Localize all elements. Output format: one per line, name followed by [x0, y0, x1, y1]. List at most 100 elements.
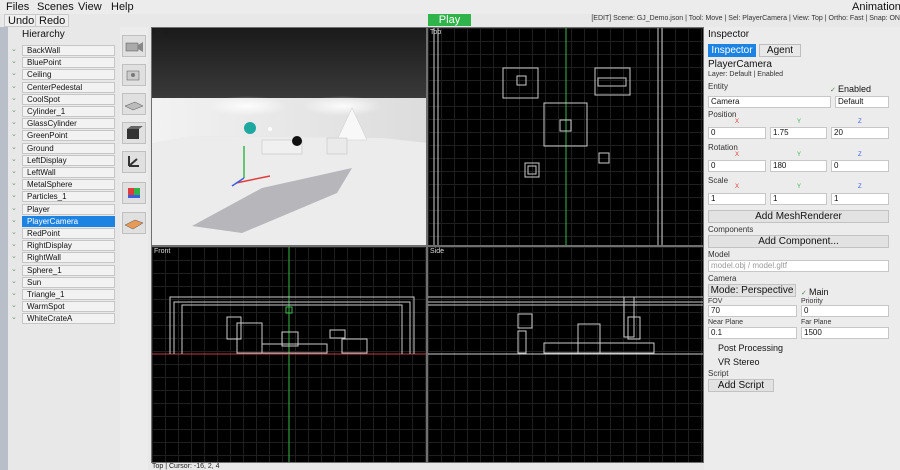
- post-processing-checkbox[interactable]: Post Processing: [710, 343, 783, 354]
- menu-files[interactable]: Files: [6, 0, 29, 14]
- visibility-toggle-icon[interactable]: ⌄: [11, 278, 19, 286]
- visibility-toggle-icon[interactable]: ⌄: [11, 266, 19, 274]
- menu-view[interactable]: View: [78, 0, 102, 14]
- rotation-z-field[interactable]: 0: [831, 160, 889, 172]
- visibility-toggle-icon[interactable]: ⌄: [11, 253, 19, 261]
- add-script-button[interactable]: Add Script: [708, 379, 774, 392]
- hierarchy-item[interactable]: Triangle_1: [22, 289, 115, 300]
- visibility-toggle-icon[interactable]: ⌄: [11, 83, 19, 91]
- fov-field[interactable]: 70: [708, 305, 797, 317]
- hierarchy-item[interactable]: Particles_1: [22, 191, 115, 203]
- preset-camera-icon[interactable]: [122, 35, 146, 57]
- play-button[interactable]: Play: [428, 14, 471, 26]
- entity-layer-field[interactable]: Default: [835, 96, 889, 108]
- vr-stereo-checkbox[interactable]: VR Stereo: [710, 357, 760, 368]
- hierarchy-item[interactable]: GreenPoint: [22, 130, 115, 142]
- viewport-front[interactable]: Front: [151, 246, 427, 463]
- preset-color-cube-icon[interactable]: [122, 182, 146, 204]
- add-component-button[interactable]: Add Component...: [708, 235, 889, 248]
- hierarchy-item[interactable]: CoolSpot: [22, 93, 115, 105]
- preset-cube-icon[interactable]: [122, 122, 146, 144]
- menu-animation[interactable]: Animation: [852, 0, 900, 14]
- tab-agent[interactable]: Agent: [759, 44, 801, 57]
- scale-y-field[interactable]: 1: [770, 193, 827, 205]
- hierarchy-item[interactable]: LeftWall: [22, 167, 115, 178]
- undo-button[interactable]: Undo: [4, 14, 39, 27]
- hierarchy-item[interactable]: RedPoint: [22, 228, 115, 239]
- hierarchy-item[interactable]: RightDisplay: [22, 240, 115, 252]
- visibility-toggle-icon[interactable]: ⌄: [11, 314, 19, 322]
- visibility-toggle-icon[interactable]: ⌄: [11, 119, 19, 127]
- visibility-toggle-icon[interactable]: ⌄: [11, 70, 19, 78]
- viewport-3d-label: 3D: [154, 29, 163, 36]
- visibility-toggle-icon[interactable]: ⌄: [11, 241, 19, 249]
- preset-plane-icon[interactable]: [122, 93, 146, 115]
- visibility-toggle-icon[interactable]: ⌄: [11, 46, 19, 54]
- menu-help[interactable]: Help: [111, 0, 134, 14]
- tab-inspector[interactable]: Inspector: [708, 44, 756, 57]
- hierarchy-item[interactable]: LeftDisplay: [22, 154, 115, 166]
- rotation-x-field[interactable]: 0: [708, 160, 766, 172]
- position-z-field[interactable]: 20: [831, 127, 889, 139]
- hierarchy-item[interactable]: GlassCylinder: [22, 118, 115, 130]
- visibility-toggle-icon[interactable]: ⌄: [11, 229, 19, 237]
- hierarchy-item[interactable]: Ceiling: [22, 69, 115, 81]
- hierarchy-item[interactable]: Ground: [22, 142, 115, 154]
- visibility-toggle-icon[interactable]: ⌄: [11, 95, 19, 103]
- visibility-toggle-icon[interactable]: ⌄: [11, 58, 19, 66]
- front-view-wireframe: [152, 247, 426, 462]
- visibility-toggle-icon[interactable]: ⌄: [11, 156, 19, 164]
- menu-scenes[interactable]: Scenes: [37, 0, 74, 14]
- scale-z-field[interactable]: 1: [831, 193, 889, 205]
- rotation-y-field[interactable]: 180: [770, 160, 827, 172]
- hierarchy-item[interactable]: WhiteCrateA: [22, 313, 115, 325]
- menu-bar: Files Scenes View Help Animation: [0, 0, 900, 14]
- enabled-checkbox[interactable]: ✓ Enabled: [830, 84, 871, 96]
- add-meshrenderer-button[interactable]: Add MeshRenderer: [708, 210, 889, 223]
- preset-gizmo-icon[interactable]: [122, 151, 146, 173]
- visibility-toggle-icon[interactable]: ⌄: [11, 217, 19, 225]
- vr-stereo-label: VR Stereo: [718, 357, 760, 367]
- visibility-toggle-icon[interactable]: ⌄: [11, 107, 19, 115]
- hierarchy-item[interactable]: Player: [22, 203, 115, 215]
- visibility-toggle-icon[interactable]: ⌄: [11, 302, 19, 310]
- scale-x-field[interactable]: 1: [708, 193, 766, 205]
- position-x-field[interactable]: 0: [708, 127, 766, 139]
- viewport-front-label: Front: [154, 248, 171, 255]
- hierarchy-item[interactable]: PlayerCamera: [22, 215, 115, 227]
- viewport-side[interactable]: Side: [427, 246, 704, 463]
- rotation-label: Rotation: [708, 143, 738, 152]
- visibility-toggle-icon[interactable]: ⌄: [11, 192, 19, 200]
- entity-name-field[interactable]: Camera: [708, 96, 831, 108]
- camera-mode-button[interactable]: Mode: Perspective: [708, 284, 796, 297]
- visibility-toggle-icon[interactable]: ⌄: [11, 290, 19, 298]
- hierarchy-item[interactable]: Cylinder_1: [22, 106, 115, 117]
- left-dock-strip: [0, 27, 8, 470]
- visibility-toggle-icon[interactable]: ⌄: [11, 180, 19, 188]
- entity-label: Entity: [708, 82, 729, 91]
- model-path-field[interactable]: model.obj / model.gltf: [708, 260, 889, 272]
- visibility-toggle-icon[interactable]: ⌄: [11, 131, 19, 139]
- preset-material-icon[interactable]: [122, 212, 146, 234]
- visibility-toggle-icon[interactable]: ⌄: [11, 144, 19, 152]
- far-plane-field[interactable]: 1500: [801, 327, 889, 339]
- hierarchy-item[interactable]: Sphere_1: [22, 264, 115, 276]
- position-y-field[interactable]: 1.75: [770, 127, 827, 139]
- redo-button[interactable]: Redo: [35, 14, 70, 27]
- priority-field[interactable]: 0: [801, 305, 889, 317]
- viewport-3d[interactable]: 3D: [151, 27, 427, 246]
- hierarchy-item[interactable]: BluePoint: [22, 57, 115, 69]
- hierarchy-item[interactable]: MetalSphere: [22, 179, 115, 191]
- hierarchy-item[interactable]: WarmSpot: [22, 301, 115, 313]
- preset-light-icon[interactable]: [122, 64, 146, 86]
- post-processing-label: Post Processing: [718, 343, 784, 353]
- hierarchy-item[interactable]: BackWall: [22, 45, 115, 56]
- hierarchy-item[interactable]: RightWall: [22, 252, 115, 264]
- rotation-y-axis: Y: [797, 152, 802, 158]
- visibility-toggle-icon[interactable]: ⌄: [11, 168, 19, 176]
- hierarchy-item[interactable]: Sun: [22, 276, 115, 288]
- hierarchy-item[interactable]: CenterPedestal: [22, 81, 115, 93]
- near-plane-field[interactable]: 0.1: [708, 327, 797, 339]
- visibility-toggle-icon[interactable]: ⌄: [11, 205, 19, 213]
- viewport-top[interactable]: Top: [427, 27, 704, 246]
